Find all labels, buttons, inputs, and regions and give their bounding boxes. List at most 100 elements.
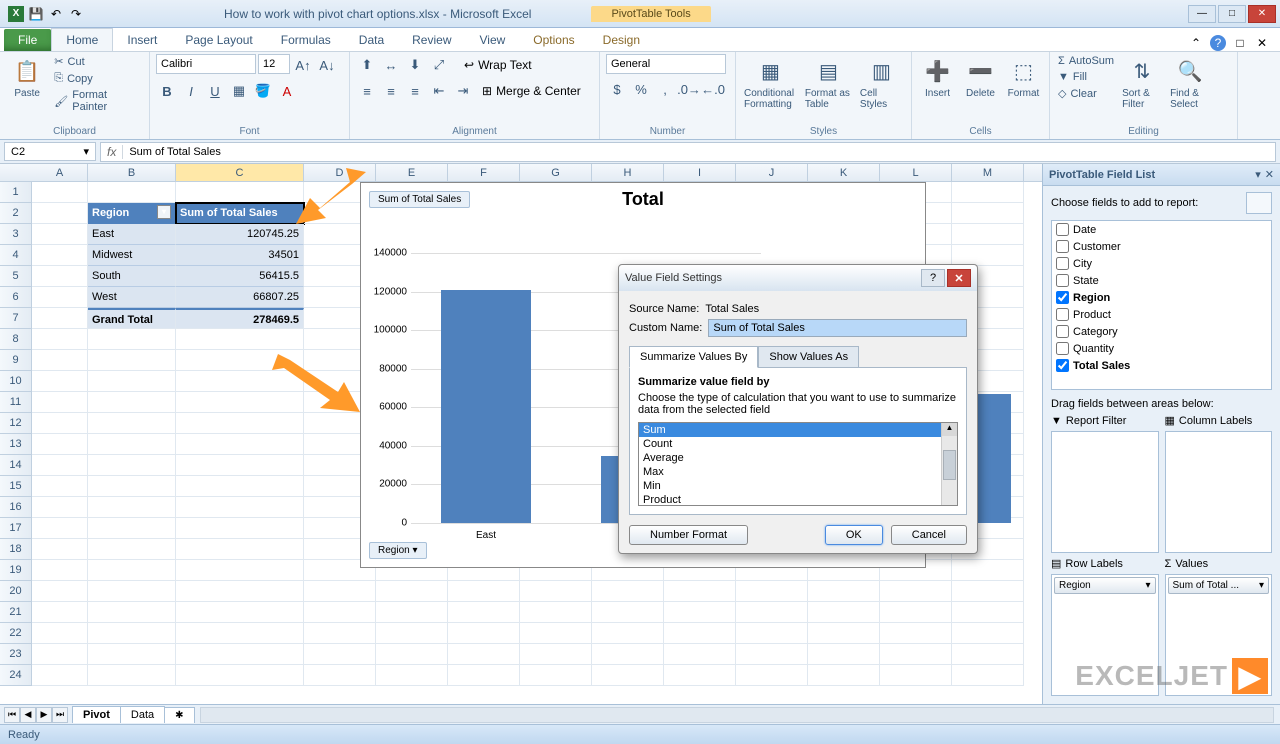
cell[interactable] — [88, 476, 176, 497]
cell[interactable] — [448, 623, 520, 644]
column-header[interactable]: F — [448, 164, 520, 181]
cell[interactable] — [32, 560, 88, 581]
last-sheet-icon[interactable]: ⏭ — [52, 707, 68, 723]
column-header[interactable]: C — [176, 164, 304, 181]
cell[interactable] — [880, 623, 952, 644]
number-format-combo[interactable] — [606, 54, 726, 74]
cell[interactable] — [880, 665, 952, 686]
cell[interactable] — [32, 329, 88, 350]
cell[interactable] — [176, 623, 304, 644]
minimize-ribbon-icon[interactable]: ⌃ — [1188, 35, 1204, 51]
cell[interactable] — [304, 581, 376, 602]
decrease-decimal-icon[interactable]: ←.0 — [702, 78, 724, 100]
cell[interactable] — [736, 644, 808, 665]
cell[interactable] — [88, 665, 176, 686]
row-header[interactable]: 6 — [0, 287, 32, 308]
field-checkbox[interactable] — [1056, 308, 1069, 321]
cell[interactable]: 66807.25 — [176, 287, 304, 308]
redo-icon[interactable]: ↷ — [68, 6, 84, 22]
cell[interactable] — [304, 602, 376, 623]
row-header[interactable]: 18 — [0, 539, 32, 560]
cell[interactable] — [32, 602, 88, 623]
cell[interactable] — [520, 581, 592, 602]
cell[interactable] — [880, 644, 952, 665]
cell[interactable] — [32, 455, 88, 476]
bar[interactable] — [441, 290, 531, 523]
cell[interactable] — [176, 560, 304, 581]
border-button[interactable]: ▦ — [228, 80, 250, 102]
cell[interactable] — [32, 203, 88, 224]
cell[interactable] — [808, 581, 880, 602]
cell[interactable] — [176, 182, 304, 203]
align-left-icon[interactable]: ≡ — [356, 80, 378, 102]
format-cells-button[interactable]: ⬚Format — [1004, 54, 1043, 101]
row-header[interactable]: 9 — [0, 350, 32, 371]
underline-button[interactable]: U — [204, 80, 226, 102]
italic-button[interactable]: I — [180, 80, 202, 102]
cell[interactable] — [88, 455, 176, 476]
cell[interactable] — [88, 560, 176, 581]
cell[interactable] — [32, 539, 88, 560]
row-header[interactable]: 19 — [0, 560, 32, 581]
row-header[interactable]: 7 — [0, 308, 32, 329]
tab-insert[interactable]: Insert — [113, 29, 171, 51]
cell[interactable] — [176, 539, 304, 560]
cell[interactable] — [304, 623, 376, 644]
cell[interactable] — [32, 644, 88, 665]
sort-filter-button[interactable]: ⇅Sort & Filter — [1120, 54, 1164, 112]
field-list[interactable]: DateCustomerCityStateRegionProductCatego… — [1051, 220, 1272, 390]
cell[interactable] — [376, 665, 448, 686]
cell[interactable] — [176, 581, 304, 602]
cell[interactable] — [664, 665, 736, 686]
cell[interactable] — [32, 413, 88, 434]
close-button[interactable]: ✕ — [1248, 5, 1276, 23]
ok-button[interactable]: OK — [825, 525, 883, 545]
row-header[interactable]: 4 — [0, 245, 32, 266]
cell[interactable]: 278469.5 — [176, 308, 304, 329]
field-checkbox[interactable] — [1056, 342, 1069, 355]
tab-view[interactable]: View — [466, 29, 520, 51]
column-header[interactable]: J — [736, 164, 808, 181]
tab-file[interactable]: File — [4, 29, 51, 51]
name-box[interactable]: C2▾ — [4, 142, 96, 161]
cut-button[interactable]: ✂Cut — [52, 54, 143, 69]
cell[interactable] — [32, 476, 88, 497]
align-top-icon[interactable]: ⬆ — [356, 54, 378, 76]
field-item[interactable]: Quantity — [1052, 340, 1271, 357]
dialog-titlebar[interactable]: Value Field Settings ? ✕ — [619, 265, 977, 291]
undo-icon[interactable]: ↶ — [48, 6, 64, 22]
cell[interactable] — [448, 581, 520, 602]
cell[interactable] — [32, 182, 88, 203]
cell[interactable] — [808, 623, 880, 644]
cell[interactable] — [32, 266, 88, 287]
cell[interactable] — [952, 560, 1024, 581]
cell[interactable] — [32, 287, 88, 308]
chart-field-button-axis[interactable]: Region ▾ — [369, 542, 427, 559]
percent-icon[interactable]: % — [630, 78, 652, 100]
row-header[interactable]: 12 — [0, 413, 32, 434]
font-color-button[interactable]: A — [276, 80, 298, 102]
cell[interactable] — [664, 581, 736, 602]
cell[interactable] — [32, 308, 88, 329]
cell[interactable] — [32, 245, 88, 266]
row-header[interactable]: 22 — [0, 623, 32, 644]
cell[interactable] — [592, 602, 664, 623]
currency-icon[interactable]: $ — [606, 78, 628, 100]
cell[interactable] — [664, 623, 736, 644]
cell[interactable]: 120745.25 — [176, 224, 304, 245]
fill-color-button[interactable]: 🪣 — [252, 80, 274, 102]
column-labels-area[interactable] — [1165, 431, 1273, 553]
cell[interactable] — [32, 224, 88, 245]
cell[interactable] — [88, 497, 176, 518]
format-as-table-button[interactable]: ▤Format as Table — [803, 54, 854, 112]
comma-icon[interactable]: , — [654, 78, 676, 100]
chevron-down-icon[interactable]: ▾ — [1255, 168, 1261, 181]
increase-indent-icon[interactable]: ⇥ — [452, 80, 474, 102]
cell[interactable] — [88, 518, 176, 539]
calc-option[interactable]: Sum — [639, 423, 957, 437]
align-center-icon[interactable]: ≡ — [380, 80, 402, 102]
chevron-down-icon[interactable]: ▾ — [83, 145, 89, 158]
cell[interactable] — [808, 665, 880, 686]
cell[interactable]: Sum of Total Sales — [176, 203, 304, 224]
field-item[interactable]: State — [1052, 272, 1271, 289]
